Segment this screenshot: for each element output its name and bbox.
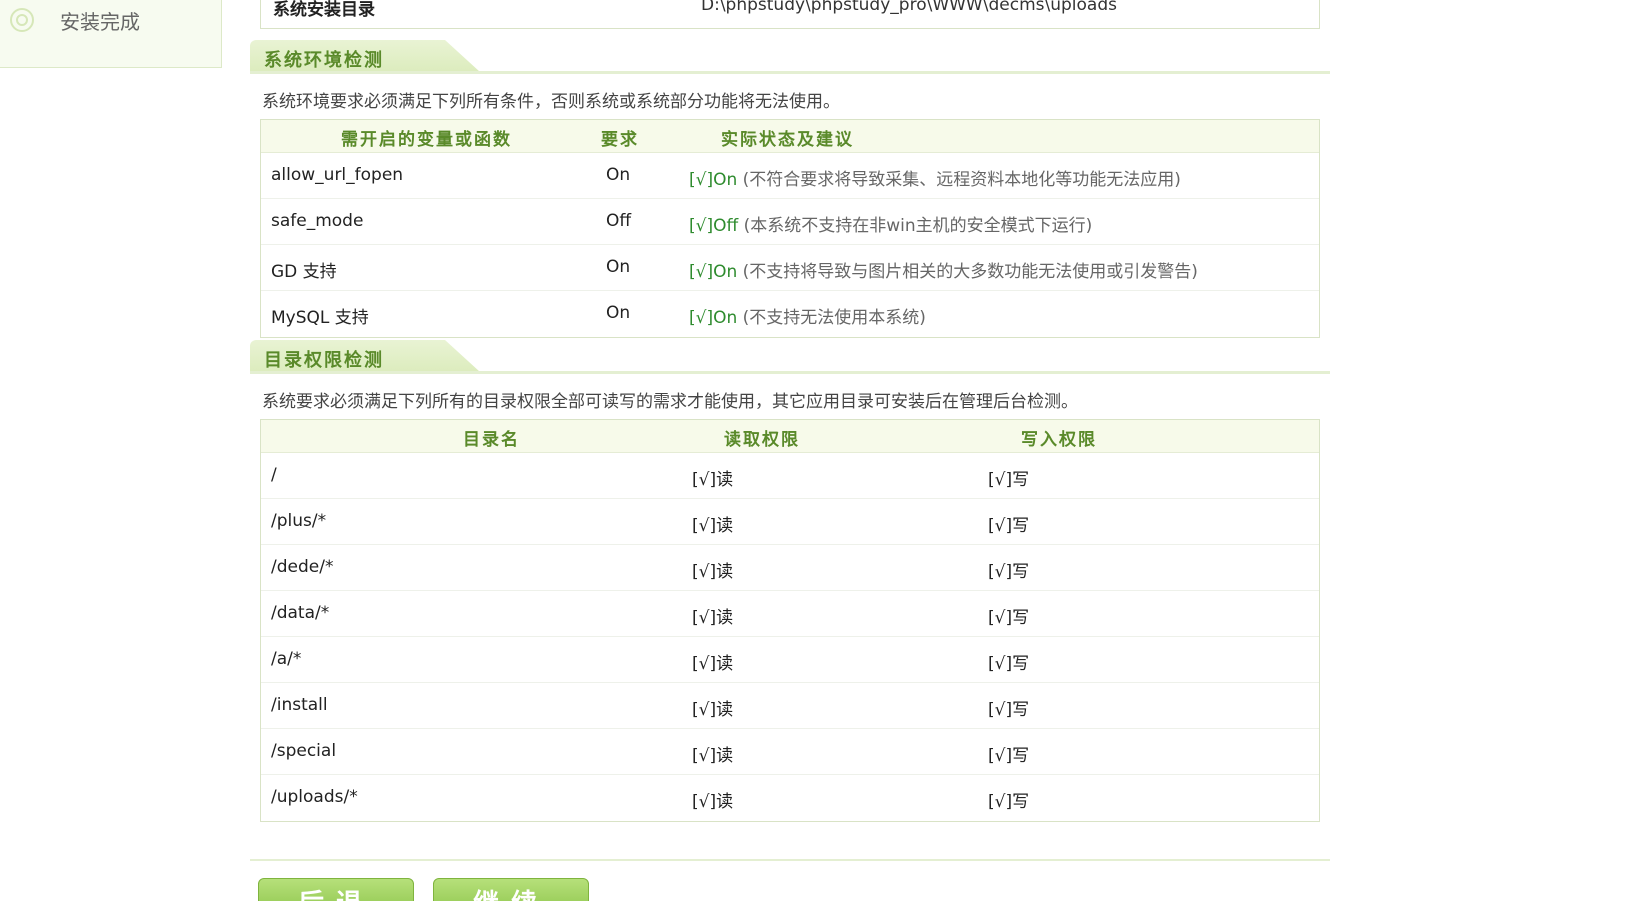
- env-col-name: 需开启的变量或函数: [341, 130, 512, 150]
- dir-read: [√]读: [692, 746, 734, 766]
- install-dir-value: D:\phpstudy\phpstudy_pro\WWW\decms\uploa…: [701, 0, 1117, 15]
- dir-check-description: 系统要求必须满足下列所有的目录权限全部可读写的需求才能使用，其它应用目录可安装后…: [262, 392, 1078, 412]
- table-row: safe_mode Off [√]Off (本系统不支持在非win主机的安全模式…: [261, 199, 1319, 245]
- table-row: / [√]读 [√]写: [261, 453, 1319, 499]
- install-dir-label: 系统安装目录: [273, 0, 375, 20]
- env-check-header: 系统环境检测: [250, 40, 1330, 74]
- dir-write: [√]写: [988, 746, 1030, 766]
- dir-read: [√]读: [692, 562, 734, 582]
- dir-name: /data/*: [271, 603, 330, 623]
- table-row: GD 支持 On [√]On (不支持将导致与图片相关的大多数功能无法使用或引发…: [261, 245, 1319, 291]
- table-row: /a/* [√]读 [√]写: [261, 637, 1319, 683]
- env-check-title: 系统环境检测: [264, 50, 384, 71]
- dir-name: /install: [271, 695, 328, 715]
- env-col-status: 实际状态及建议: [721, 130, 854, 150]
- env-required: On: [606, 165, 631, 185]
- table-row: /special [√]读 [√]写: [261, 729, 1319, 775]
- bottom-divider: [250, 859, 1330, 861]
- continue-button[interactable]: 继续: [433, 878, 589, 901]
- table-row: /uploads/* [√]读 [√]写: [261, 775, 1319, 821]
- install-dir-row: 系统安装目录 D:\phpstudy\phpstudy_pro\WWW\decm…: [260, 0, 1320, 29]
- dir-table-header: 目录名 读取权限 写入权限: [261, 420, 1319, 453]
- dir-check-title: 目录权限检测: [264, 350, 384, 371]
- dir-read: [√]读: [692, 470, 734, 490]
- env-name: GD 支持: [271, 262, 337, 282]
- env-name: allow_url_fopen: [271, 165, 404, 185]
- dir-col-read: 读取权限: [724, 430, 800, 450]
- env-status: [√]Off: [689, 216, 739, 236]
- dir-check-table: 目录名 读取权限 写入权限 / [√]读 [√]写 /plus/* [√]读 […: [260, 419, 1320, 822]
- dir-write: [√]写: [988, 792, 1030, 812]
- dir-write: [√]写: [988, 608, 1030, 628]
- env-name: MySQL 支持: [271, 308, 369, 328]
- step-circle-icon: [10, 8, 34, 32]
- dir-read: [√]读: [692, 654, 734, 674]
- env-col-required: 要求: [601, 130, 639, 150]
- table-row: /data/* [√]读 [√]写: [261, 591, 1319, 637]
- env-note: (不支持无法使用本系统): [742, 308, 926, 328]
- env-note: (不支持将导致与图片相关的大多数功能无法使用或引发警告): [742, 262, 1198, 282]
- env-status: [√]On: [689, 170, 738, 190]
- table-row: allow_url_fopen On [√]On (不符合要求将导致采集、远程资…: [261, 153, 1319, 199]
- env-check-table: 需开启的变量或函数 要求 实际状态及建议 allow_url_fopen On …: [260, 119, 1320, 338]
- env-note: (不符合要求将导致采集、远程资料本地化等功能无法应用): [742, 170, 1181, 190]
- dir-read: [√]读: [692, 608, 734, 628]
- table-row: MySQL 支持 On [√]On (不支持无法使用本系统): [261, 291, 1319, 337]
- dir-write: [√]写: [988, 516, 1030, 536]
- dir-write: [√]写: [988, 562, 1030, 582]
- sidebar-step-complete[interactable]: 安装完成: [10, 0, 140, 40]
- env-table-header: 需开启的变量或函数 要求 实际状态及建议: [261, 120, 1319, 153]
- env-note: (本系统不支持在非win主机的安全模式下运行): [743, 216, 1093, 236]
- dir-col-name: 目录名: [463, 430, 520, 450]
- dir-name: /uploads/*: [271, 787, 358, 807]
- env-required: On: [606, 257, 631, 277]
- env-status: [√]On: [689, 262, 738, 282]
- dir-write: [√]写: [988, 700, 1030, 720]
- env-required: Off: [606, 211, 632, 231]
- env-check-description: 系统环境要求必须满足下列所有条件，否则系统或系统部分功能将无法使用。: [262, 92, 840, 112]
- dir-name: /: [271, 465, 277, 485]
- dir-name: /special: [271, 741, 337, 761]
- back-button[interactable]: 后退: [258, 878, 414, 901]
- dir-read: [√]读: [692, 792, 734, 812]
- env-status: [√]On: [689, 308, 738, 328]
- dir-read: [√]读: [692, 516, 734, 536]
- dir-name: /dede/*: [271, 557, 334, 577]
- env-required: On: [606, 303, 631, 323]
- sidebar: 安装完成: [0, 0, 222, 68]
- env-name: safe_mode: [271, 211, 364, 231]
- dir-name: /plus/*: [271, 511, 327, 531]
- table-row: /install [√]读 [√]写: [261, 683, 1319, 729]
- table-row: /plus/* [√]读 [√]写: [261, 499, 1319, 545]
- table-row: /dede/* [√]读 [√]写: [261, 545, 1319, 591]
- dir-write: [√]写: [988, 470, 1030, 490]
- dir-col-write: 写入权限: [1021, 430, 1097, 450]
- sidebar-step-label: 安装完成: [60, 9, 140, 34]
- dir-name: /a/*: [271, 649, 302, 669]
- dir-write: [√]写: [988, 654, 1030, 674]
- dir-read: [√]读: [692, 700, 734, 720]
- dir-check-header: 目录权限检测: [250, 340, 1330, 374]
